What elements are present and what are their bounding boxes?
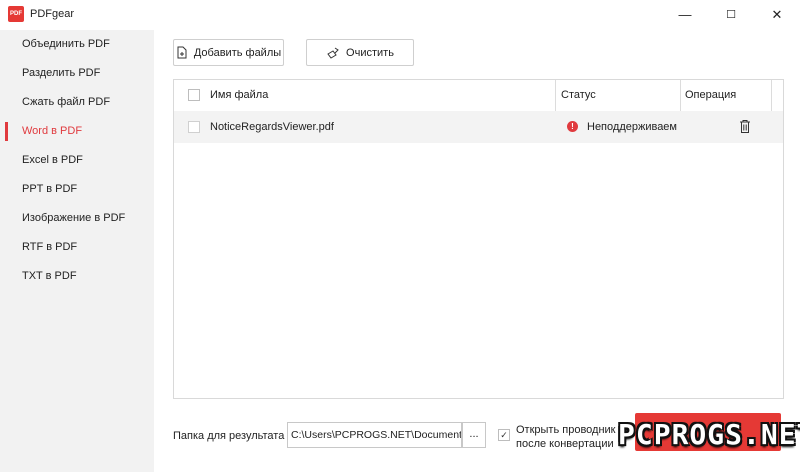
sidebar-item-image-to-pdf[interactable]: Изображение в PDF bbox=[0, 204, 154, 233]
select-all-checkbox[interactable] bbox=[188, 89, 200, 101]
file-name: NoticeRegardsViewer.pdf bbox=[210, 121, 334, 133]
file-status: Неподдерживаемый bbox=[587, 121, 677, 133]
sidebar-item-split-pdf[interactable]: Разделить PDF bbox=[0, 59, 154, 88]
watermark: PCPROGS.NET bbox=[618, 418, 800, 451]
app-logo-icon: PDF bbox=[8, 6, 24, 22]
error-icon: ! bbox=[567, 121, 578, 132]
sidebar: Объединить PDF Разделить PDF Сжать файл … bbox=[0, 30, 154, 472]
add-file-icon bbox=[176, 46, 188, 59]
table-row[interactable]: NoticeRegardsViewer.pdf ! Неподдерживаем… bbox=[174, 111, 783, 143]
column-header-status[interactable]: Статус bbox=[561, 80, 596, 111]
output-folder-label: Папка для результата bbox=[173, 430, 285, 442]
sidebar-item-txt-to-pdf[interactable]: TXT в PDF bbox=[0, 262, 154, 291]
open-explorer-label: Открыть проводник после конвертации bbox=[516, 423, 616, 451]
column-divider[interactable] bbox=[555, 80, 556, 111]
table-header: Имя файла Статус Операция bbox=[174, 80, 783, 112]
open-explorer-label-line2: после конвертации bbox=[516, 438, 614, 450]
sidebar-item-compress-pdf[interactable]: Сжать файл PDF bbox=[0, 88, 154, 117]
add-files-button[interactable]: Добавить файлы bbox=[173, 39, 284, 66]
maximize-button[interactable]: ☐ bbox=[708, 0, 754, 30]
delete-icon[interactable] bbox=[739, 119, 751, 137]
column-header-operation[interactable]: Операция bbox=[685, 80, 736, 111]
title-bar: PDF PDFgear — ☐ ✕ bbox=[0, 0, 800, 30]
column-divider[interactable] bbox=[771, 80, 772, 111]
open-explorer-label-line1: Открыть проводник bbox=[516, 424, 616, 436]
sidebar-item-ppt-to-pdf[interactable]: PPT в PDF bbox=[0, 175, 154, 204]
app-title: PDFgear bbox=[30, 8, 75, 20]
row-checkbox[interactable] bbox=[188, 121, 200, 133]
add-files-label: Добавить файлы bbox=[193, 46, 282, 59]
sidebar-item-merge-pdf[interactable]: Объединить PDF bbox=[0, 30, 154, 59]
column-divider[interactable] bbox=[680, 80, 681, 111]
browse-button[interactable]: ... bbox=[462, 422, 486, 448]
clear-button[interactable]: Очистить bbox=[306, 39, 414, 66]
sidebar-item-excel-to-pdf[interactable]: Excel в PDF bbox=[0, 146, 154, 175]
close-button[interactable]: ✕ bbox=[754, 0, 800, 30]
clear-label: Очистить bbox=[346, 46, 394, 59]
main-panel: Добавить файлы Очистить Имя файла Статус… bbox=[154, 30, 800, 472]
sidebar-item-rtf-to-pdf[interactable]: RTF в PDF bbox=[0, 233, 154, 262]
file-table: Имя файла Статус Операция NoticeRegardsV… bbox=[173, 79, 784, 399]
minimize-button[interactable]: — bbox=[662, 0, 708, 30]
column-header-name[interactable]: Имя файла bbox=[210, 80, 268, 111]
output-folder-input[interactable]: C:\Users\PCPROGS.NET\Documents bbox=[287, 422, 462, 448]
open-explorer-checkbox[interactable]: ✓ bbox=[498, 429, 510, 441]
broom-icon bbox=[326, 47, 340, 59]
sidebar-item-word-to-pdf[interactable]: Word в PDF bbox=[0, 117, 154, 146]
